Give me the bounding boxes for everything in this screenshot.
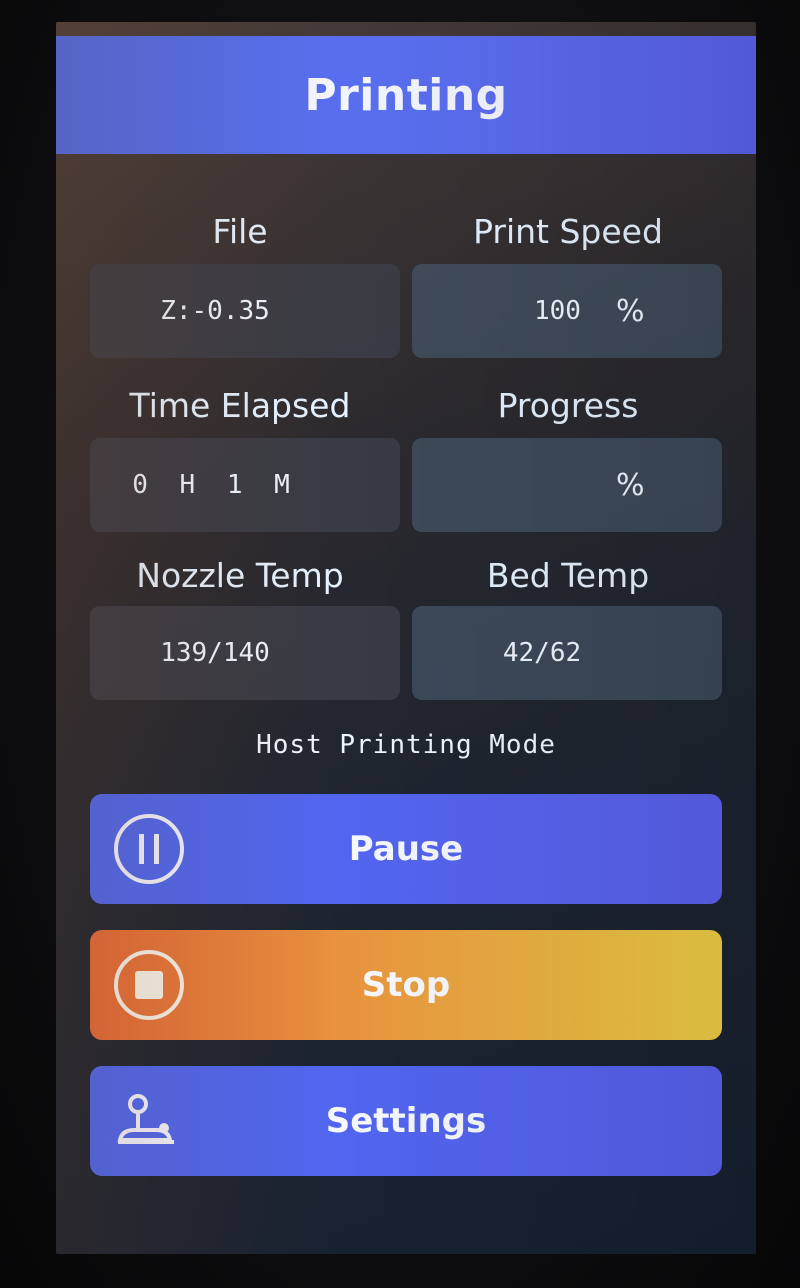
file-label: File bbox=[212, 212, 268, 251]
joystick-icon bbox=[117, 1094, 174, 1144]
file-value: Z:-0.35 bbox=[160, 296, 270, 326]
device-bezel: Printing File Print Speed Z:-0.35 100 % … bbox=[0, 0, 800, 1288]
stop-icon bbox=[114, 950, 184, 1020]
touch-screen: Printing File Print Speed Z:-0.35 100 % … bbox=[56, 22, 756, 1254]
print-speed-label: Print Speed bbox=[473, 212, 663, 251]
bed-temp-label: Bed Temp bbox=[486, 556, 650, 595]
title-bar: Printing bbox=[56, 36, 756, 154]
nozzle-temp-label: Nozzle Temp bbox=[136, 556, 344, 595]
progress-label: Progress bbox=[497, 386, 639, 425]
time-elapsed-field: 0 H 1 M bbox=[90, 438, 400, 532]
file-field[interactable]: Z:-0.35 bbox=[90, 264, 400, 358]
stop-button[interactable]: Stop bbox=[90, 930, 722, 1040]
pause-button[interactable]: Pause bbox=[90, 794, 722, 904]
pause-label: Pause bbox=[348, 829, 464, 869]
settings-button[interactable]: Settings bbox=[90, 1066, 722, 1176]
time-elapsed-value: 0 H 1 M bbox=[132, 470, 298, 500]
bed-temp-field[interactable]: 42/62 bbox=[412, 606, 722, 700]
nozzle-temp-field[interactable]: 139/140 bbox=[90, 606, 400, 700]
printing-mode-status: Host Printing Mode bbox=[256, 730, 556, 760]
print-speed-field[interactable]: 100 % bbox=[412, 264, 722, 358]
pause-icon bbox=[114, 814, 184, 884]
print-speed-unit: % bbox=[616, 293, 645, 329]
bed-temp-value: 42/62 bbox=[502, 638, 582, 668]
nozzle-temp-value: 139/140 bbox=[160, 638, 270, 668]
stop-label: Stop bbox=[361, 965, 451, 1005]
settings-label: Settings bbox=[325, 1101, 487, 1141]
page-title: Printing bbox=[304, 69, 508, 121]
print-speed-value: 100 bbox=[534, 296, 581, 326]
progress-unit: % bbox=[616, 467, 645, 503]
progress-field: % bbox=[412, 438, 722, 532]
time-elapsed-label: Time Elapsed bbox=[129, 386, 351, 425]
